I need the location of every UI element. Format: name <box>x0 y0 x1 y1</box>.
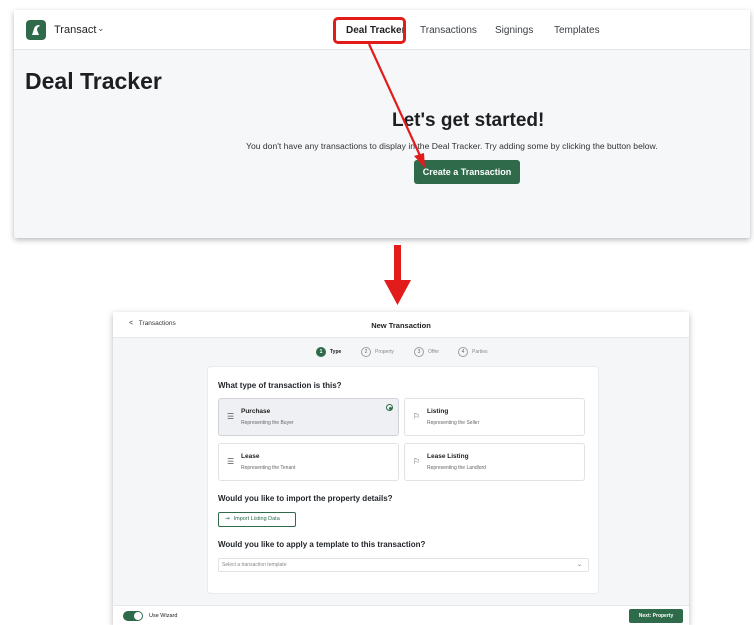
flag-icon: ⚐ <box>413 457 421 466</box>
wizard-label: Use Wizard <box>149 613 178 619</box>
radio-selected[interactable] <box>386 404 393 411</box>
step-property[interactable]: 2 Property <box>361 347 394 357</box>
page-title: New Transaction <box>371 321 431 330</box>
chevron-down-icon: ⌄ <box>576 562 582 568</box>
brand-name[interactable]: Transact <box>54 24 96 36</box>
empty-state-heading: Let's get started! <box>392 110 545 131</box>
option-listing[interactable]: ⚐ Listing Representing the Seller <box>404 398 585 436</box>
option-purchase[interactable]: ☰ Purchase Representing the Buyer <box>218 398 399 436</box>
tab-transactions[interactable]: Transactions <box>420 25 477 36</box>
option-lease-listing[interactable]: ⚐ Lease Listing Representing the Landlor… <box>404 443 585 481</box>
highlight-box <box>333 17 406 44</box>
import-icon: ⇥ <box>225 516 230 522</box>
step-type[interactable]: 1 Type <box>316 347 341 357</box>
template-select[interactable]: Select a transaction template ⌄ <box>218 558 589 572</box>
transaction-form: What type of transaction is this? ☰ Purc… <box>207 366 599 594</box>
header-bar: < Transactions New Transaction <box>113 312 689 338</box>
top-navbar: Transact ⌄ Deal Tracker Transactions Sig… <box>14 10 750 50</box>
chevron-down-icon[interactable]: ⌄ <box>97 23 105 34</box>
page-title: Deal Tracker <box>25 68 162 94</box>
new-transaction-screenshot: < Transactions New Transaction 1 Type 2 … <box>113 312 689 625</box>
tab-signings[interactable]: Signings <box>495 25 533 36</box>
wizard-toggle[interactable] <box>123 611 143 621</box>
option-lease[interactable]: ☰ Lease Representing the Tenant <box>218 443 399 481</box>
question-template: Would you like to apply a template to th… <box>218 540 426 549</box>
step-parties[interactable]: 4 Parties <box>458 347 488 357</box>
tab-templates[interactable]: Templates <box>554 25 600 36</box>
footer-bar: Use Wizard Next: Property <box>113 605 689 625</box>
create-transaction-button[interactable]: Create a Transaction <box>414 160 520 184</box>
list-icon: ☰ <box>227 412 235 421</box>
import-listing-button[interactable]: ⇥ Import Listing Data <box>218 512 296 527</box>
flag-icon: ⚐ <box>413 412 421 421</box>
step-offer[interactable]: 3 Offer <box>414 347 439 357</box>
deal-tracker-screenshot: Transact ⌄ Deal Tracker Transactions Sig… <box>14 10 750 238</box>
list-icon: ☰ <box>227 457 235 466</box>
logo-icon[interactable] <box>26 20 46 40</box>
question-import: Would you like to import the property de… <box>218 494 393 503</box>
next-property-button[interactable]: Next: Property <box>629 609 683 623</box>
empty-state-message: You don't have any transactions to displ… <box>246 141 658 151</box>
question-type: What type of transaction is this? <box>218 381 342 390</box>
